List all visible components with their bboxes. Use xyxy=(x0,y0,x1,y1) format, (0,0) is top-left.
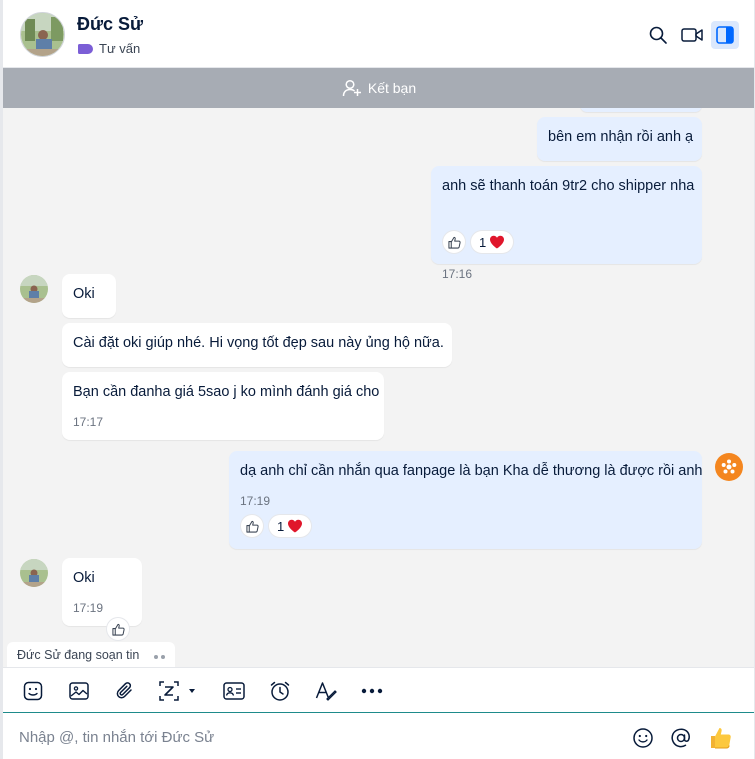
contact-name[interactable]: Đức Sử xyxy=(77,14,143,35)
chat-header: Đức Sử Tư vấn xyxy=(3,0,754,68)
bot-logo-icon xyxy=(721,459,737,474)
text-format-icon[interactable] xyxy=(313,678,339,704)
message-text: bên em nhận rồi anh ạ xyxy=(548,129,694,145)
message-text: Oki xyxy=(73,286,95,302)
contact-tag-label: Tư vấn xyxy=(99,41,141,56)
message-time: 17:16 xyxy=(442,267,473,281)
composer-toolbar xyxy=(3,667,754,712)
like-reaction-button[interactable] xyxy=(107,618,129,640)
thumbs-up-icon xyxy=(245,520,259,533)
message-text: dạ anh chỉ cần nhắn qua fanpage là bạn K… xyxy=(240,463,703,479)
quick-like-icon[interactable] xyxy=(708,725,734,751)
message-text: Bạn cần đanha giá 5sao j ko mình đánh gi… xyxy=(73,384,380,400)
message-bubble-incoming[interactable]: Oki 17:19 xyxy=(62,558,142,626)
typing-indicator: Đức Sử đang soạn tin xyxy=(7,642,176,667)
message-bubble-outgoing[interactable]: anh sẽ thanh toán 9tr2 cho shipper nha 1… xyxy=(431,166,702,281)
like-reaction-button[interactable] xyxy=(443,231,465,253)
more-options-icon[interactable] xyxy=(359,678,385,704)
conversation-info-toggle-icon[interactable] xyxy=(711,21,739,49)
mention-icon[interactable] xyxy=(668,725,694,751)
sticker-icon[interactable] xyxy=(20,678,46,704)
video-call-icon[interactable] xyxy=(678,21,706,49)
composer xyxy=(3,712,754,759)
image-icon[interactable] xyxy=(66,678,92,704)
add-friend-icon xyxy=(342,79,361,97)
emoji-icon[interactable] xyxy=(630,725,656,751)
message-time: 17:17 xyxy=(73,415,104,429)
message-time: 17:19 xyxy=(73,601,104,615)
thumbs-up-icon xyxy=(111,623,125,636)
typing-dots xyxy=(151,648,166,662)
message-text: anh sẽ thanh toán 9tr2 cho shipper nha xyxy=(442,178,695,194)
reminder-clock-icon[interactable] xyxy=(267,678,293,704)
thumbs-up-icon xyxy=(447,236,461,249)
message-bubble-incoming[interactable]: Cài đặt oki giúp nhé. Hi vọng tốt đẹp sa… xyxy=(62,323,452,367)
contact-avatar-small[interactable] xyxy=(20,275,48,303)
contact-avatar[interactable] xyxy=(20,12,65,57)
contact-avatar-small[interactable] xyxy=(20,559,48,587)
contact-card-icon[interactable] xyxy=(221,678,247,704)
reaction-count: 1 xyxy=(479,234,487,250)
chat-window: Đức Sử Tư vấn Kết bạn bên em nhận rồi an… xyxy=(0,0,755,759)
like-reaction-button[interactable] xyxy=(241,515,263,537)
reaction-summary[interactable]: 1 xyxy=(269,515,312,537)
page-bot-avatar[interactable] xyxy=(715,453,743,481)
message-text: Cài đặt oki giúp nhé. Hi vọng tốt đẹp sa… xyxy=(73,335,444,351)
attachment-icon[interactable] xyxy=(112,678,138,704)
contact-tag[interactable]: Tư vấn xyxy=(78,41,140,56)
add-friend-button[interactable]: Kết bạn xyxy=(3,68,754,108)
add-friend-label: Kết bạn xyxy=(367,80,417,96)
screenshot-dropdown-icon[interactable] xyxy=(158,678,202,704)
message-bubble-incoming[interactable]: Oki xyxy=(62,274,116,318)
message-text: Oki xyxy=(73,570,95,586)
heart-icon xyxy=(490,235,505,249)
search-icon[interactable] xyxy=(644,21,672,49)
message-time: 17:19 xyxy=(240,494,271,508)
typing-label: Đức Sử đang soạn tin xyxy=(17,647,140,662)
heart-icon xyxy=(288,519,303,533)
message-bubble-outgoing[interactable]: bên em nhận rồi anh ạ xyxy=(537,117,702,161)
message-list[interactable]: bên em nhận rồi anh ạ anh sẽ thanh toán … xyxy=(3,108,754,667)
reaction-summary[interactable]: 1 xyxy=(471,231,514,253)
message-bubble-partial xyxy=(580,108,702,112)
reaction-count: 1 xyxy=(277,518,285,534)
tag-icon xyxy=(78,43,93,54)
message-input[interactable] xyxy=(19,726,599,748)
message-bubble-incoming[interactable]: Bạn cần đanha giá 5sao j ko mình đánh gi… xyxy=(62,372,384,440)
